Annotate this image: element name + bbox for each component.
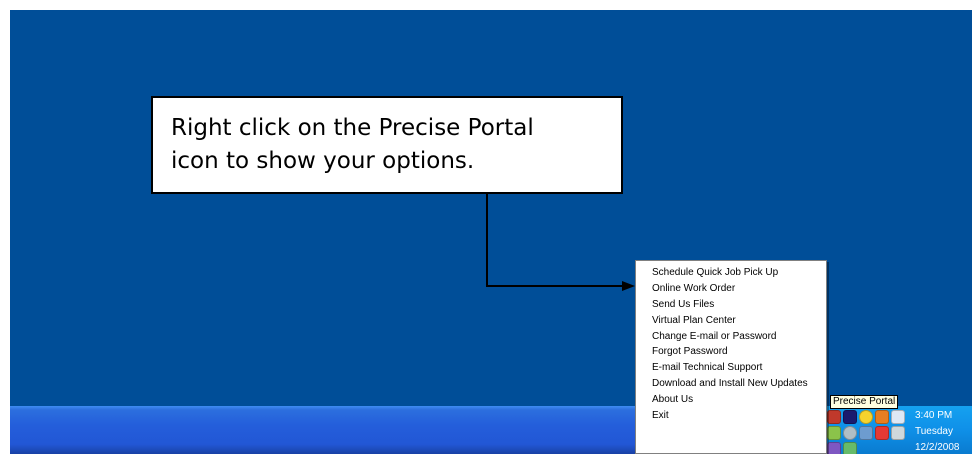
connector-line [486,194,630,287]
menu-item-email-support[interactable]: E-mail Technical Support [636,360,826,376]
arrow-head-icon [622,281,635,291]
system-tray: 3:40 PM Tuesday 12/2/2008 [818,406,972,454]
speaker-icon[interactable] [843,442,857,454]
bluetooth-icon[interactable] [891,410,905,424]
antivirus-icon[interactable] [875,426,889,440]
printer-icon[interactable] [827,442,841,454]
chat-icon[interactable] [875,410,889,424]
security-shield-icon[interactable] [843,410,857,424]
menu-item-virtual-plan-center[interactable]: Virtual Plan Center [636,313,826,329]
menu-item-schedule-pickup[interactable]: Schedule Quick Job Pick Up [636,265,826,281]
screenshot-frame: Right click on the Precise Portal icon t… [10,10,972,454]
update-icon[interactable] [827,426,841,440]
menu-item-online-work-order[interactable]: Online Work Order [636,281,826,297]
clock-date[interactable]: 12/2/2008 [915,442,960,454]
precise-portal-context-menu: Schedule Quick Job Pick Up Online Work O… [635,260,827,454]
wireless-icon[interactable] [891,426,905,440]
menu-item-about-us[interactable]: About Us [636,392,826,408]
disc-icon[interactable] [843,426,857,440]
menu-item-send-files[interactable]: Send Us Files [636,297,826,313]
sun-icon[interactable] [859,410,873,424]
menu-item-change-email-password[interactable]: Change E-mail or Password [636,329,826,345]
callout-connector-arrow [486,194,635,291]
menu-item-forgot-password[interactable]: Forgot Password [636,344,826,360]
network-icon[interactable] [859,426,873,440]
menu-item-exit[interactable]: Exit [636,408,826,424]
precise-portal-tooltip: Precise Portal [830,395,899,409]
clock-day[interactable]: Tuesday [915,426,953,438]
clock-time[interactable]: 3:40 PM [915,410,952,422]
precise-portal-icon[interactable] [827,410,841,424]
menu-item-download-updates[interactable]: Download and Install New Updates [636,376,826,392]
